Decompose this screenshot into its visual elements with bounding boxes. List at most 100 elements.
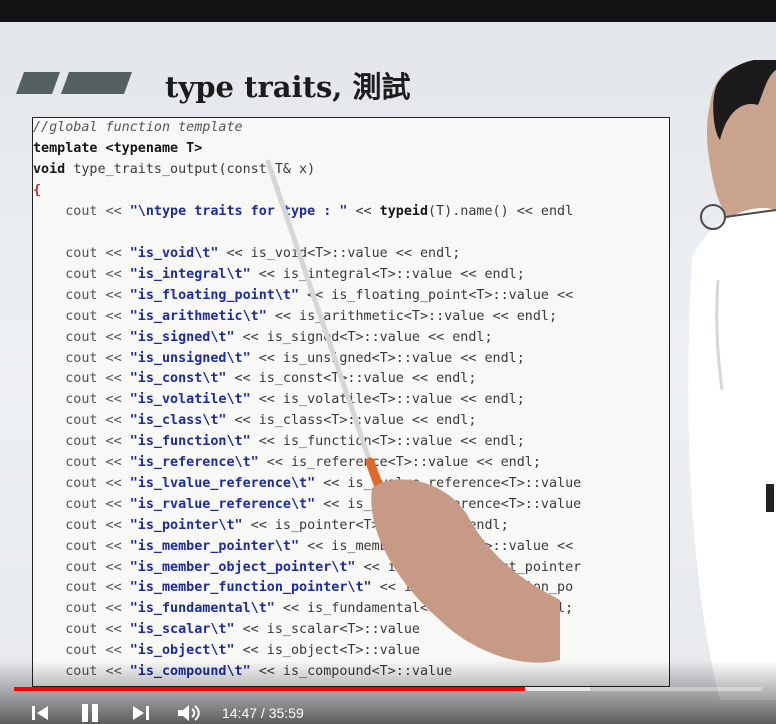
code-cout: cout << — [33, 392, 130, 408]
code-line: cout << "is_arithmetic\t" << is_arithmet… — [33, 307, 557, 327]
code-cout: cout << — [33, 517, 130, 533]
code-string: "is_floating_point\t" — [129, 287, 300, 303]
code-line: cout << "is_class\t" << is_class<T>::val… — [33, 411, 476, 431]
volume-icon — [178, 705, 200, 721]
code-rest: << is_member_object_pointer — [355, 559, 582, 575]
code-line: cout << "is_pointer\t" << is_pointer<T>:… — [33, 516, 509, 536]
code-line: cout << "is_scalar\t" << is_scalar<T>::v… — [33, 620, 420, 640]
slide-title: type traits, 測試 — [165, 70, 411, 104]
code-line: cout << "is_member_object_pointer\t" << … — [33, 558, 581, 578]
code-string: "is_const\t" — [129, 371, 227, 387]
code-line: cout << "is_fundamental\t" << is_fundame… — [33, 599, 573, 619]
function-name: type_traits_output — [73, 162, 219, 177]
code-line: cout << "is_member_pointer\t" << is_memb… — [33, 537, 573, 557]
code-rest: (T).name() << endl — [428, 204, 574, 219]
top-bar — [0, 0, 776, 22]
code-string: "is_pointer\t" — [129, 517, 243, 533]
code-rest: << is_function<T>::value << endl; — [250, 434, 525, 450]
code-rest: << is_scalar<T>::value — [234, 622, 420, 638]
previous-icon — [32, 706, 48, 720]
code-rest: << is_volatile<T>::value << endl; — [250, 392, 525, 408]
code-cout: cout << — [33, 308, 130, 324]
code-cout: cout << — [33, 601, 130, 617]
code-string: "is_object\t" — [129, 643, 235, 659]
next-icon — [133, 706, 149, 720]
code-line: cout << "is_function\t" << is_function<T… — [33, 432, 525, 452]
code-string: "is_class\t" — [129, 413, 227, 429]
code-text: template <typename T> — [33, 141, 203, 156]
code-rest: << is_object<T>::value — [234, 643, 420, 659]
code-cout: cout << — [33, 329, 130, 345]
code-line: cout << "is_reference\t" << is_reference… — [33, 453, 541, 473]
code-string: "is_reference\t" — [129, 455, 259, 470]
code-cout: cout << — [33, 559, 130, 575]
code-cout: cout << — [33, 455, 130, 470]
progress-bar[interactable] — [14, 687, 762, 691]
code-rest: << is_rvalue_reference<T>::value — [315, 496, 582, 512]
time-display: 14:47 / 35:59 — [222, 705, 304, 721]
code-cout: cout << — [33, 371, 130, 387]
code-line: cout << "is_floating_point\t" << is_floa… — [33, 286, 573, 306]
volume-button[interactable] — [175, 702, 205, 724]
code-string: "is_rvalue_reference\t" — [129, 496, 316, 512]
code-rest: << — [347, 204, 380, 219]
code-params: (const T& x) — [218, 162, 316, 177]
code-line: void type_traits_output(const T& x) — [33, 160, 315, 180]
code-string: "is_integral\t" — [129, 266, 251, 282]
code-line: //global function template — [33, 118, 243, 138]
code-line: cout << "is_void\t" << is_void<T>::value… — [33, 244, 460, 264]
code-string: "is_void\t" — [129, 246, 219, 261]
pause-button[interactable] — [78, 702, 102, 724]
code-cout: cout << — [33, 350, 130, 366]
code-line: cout << "is_rvalue_reference\t" << is_rv… — [33, 495, 581, 515]
code-rest: << is_reference<T>::value << endl; — [258, 455, 541, 470]
code-line: cout << "is_const\t" << is_const<T>::val… — [33, 369, 476, 389]
code-rest: << is_void<T>::value << endl; — [218, 246, 461, 261]
previous-button[interactable] — [28, 702, 52, 724]
title-decoration-bar — [15, 72, 61, 94]
next-button[interactable] — [129, 702, 153, 724]
code-rest: << is_fundamental<T>::value << endl; — [274, 601, 574, 617]
code-cout: cout << — [33, 643, 130, 659]
code-rest: << is_lvalue_reference<T>::value — [315, 475, 582, 491]
code-cout: cout << — [33, 413, 130, 429]
code-rest: << is_floating_point<T>::value << — [299, 287, 574, 303]
code-line: cout << "is_object\t" << is_object<T>::v… — [33, 641, 420, 661]
code-string: "is_unsigned\t" — [129, 350, 251, 366]
code-string: "is_arithmetic\t" — [129, 308, 267, 324]
code-cout: cout << — [33, 204, 130, 219]
code-line: { — [33, 181, 41, 201]
code-string: "is_lvalue_reference\t" — [129, 475, 316, 491]
open-brace: { — [33, 183, 42, 198]
code-rest: << is_unsigned<T>::value << endl; — [250, 350, 525, 366]
code-cout: cout << — [33, 475, 130, 491]
code-rest: << is_signed<T>::value << endl; — [234, 329, 493, 345]
code-line: cout << "is_lvalue_reference\t" << is_lv… — [33, 474, 581, 494]
code-rest: << is_const<T>::value << endl; — [226, 371, 477, 387]
code-cout: cout << — [33, 287, 130, 303]
code-string: "\ntype traits for type : " — [129, 204, 348, 219]
code-line: cout << "is_volatile\t" << is_volatile<T… — [33, 390, 525, 410]
progress-played — [14, 687, 525, 691]
code-string: "is_volatile\t" — [129, 392, 251, 408]
code-cout: cout << — [33, 538, 130, 554]
code-cout: cout << — [33, 246, 130, 261]
code-rest: << is_pointer<T>::value << endl; — [242, 517, 509, 533]
code-line: cout << "is_member_function_pointer\t" <… — [33, 578, 573, 598]
code-cout: cout << — [33, 434, 130, 450]
code-cout: cout << — [33, 622, 130, 638]
code-string: "is_signed\t" — [129, 329, 235, 345]
code-string: "is_fundamental\t" — [129, 601, 275, 617]
code-rest: << is_member_function_po — [371, 580, 574, 596]
code-string: "is_function\t" — [129, 434, 251, 450]
code-keyword: typeid — [379, 204, 429, 219]
code-text: //global function template — [33, 120, 243, 135]
code-rest: << is_class<T>::value << endl; — [226, 413, 477, 429]
code-line: cout << "\ntype traits for type : " << t… — [33, 202, 573, 222]
code-line: cout << "is_integral\t" << is_integral<T… — [33, 265, 525, 285]
code-cout: cout << — [33, 266, 130, 282]
code-line: cout << "is_unsigned\t" << is_unsigned<T… — [33, 349, 525, 369]
pause-icon — [82, 704, 98, 722]
code-cout: cout << — [33, 496, 130, 512]
code-cout: cout << — [33, 580, 130, 596]
